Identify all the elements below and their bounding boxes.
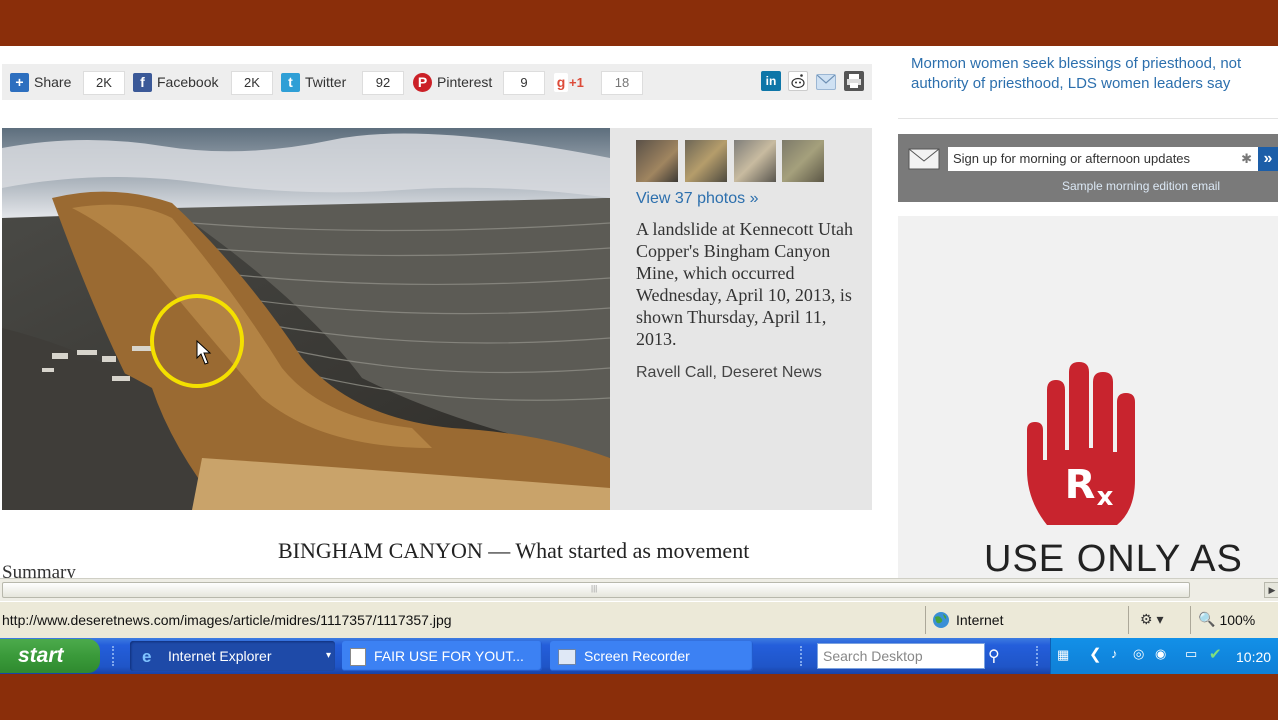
video-frame-bottom	[0, 674, 1278, 720]
search-placeholder: Search Desktop	[823, 648, 923, 664]
divider	[898, 118, 1278, 119]
document-icon	[350, 648, 366, 667]
share-button[interactable]: + Share	[10, 71, 71, 93]
reddit-icon[interactable]	[788, 71, 808, 91]
keyboard-icon[interactable]: ▦	[1057, 647, 1069, 663]
gplus-icon: g	[554, 72, 568, 92]
twitter-icon: t	[281, 72, 300, 92]
task-internet-explorer[interactable]: e Internet Explorer ▾	[130, 641, 335, 671]
pinterest-label: Pinterest	[437, 74, 493, 90]
monitor-icon[interactable]: ▭	[1185, 646, 1197, 662]
taskbar-grip	[1036, 646, 1042, 666]
newsletter-email-input[interactable]: Sign up for morning or afternoon updates…	[948, 147, 1258, 171]
article-lead: BINGHAM CANYON — What started as movemen…	[278, 538, 750, 563]
protected-mode-icon[interactable]: ⚙ ▾	[1140, 611, 1163, 628]
envelope-icon	[908, 148, 940, 170]
pinterest-button[interactable]: P Pinterest	[413, 71, 492, 93]
photo-gallery: View 37 photos » A landslide at Kennecot…	[2, 128, 872, 510]
expand-tray-icon[interactable]: ❮	[1089, 645, 1102, 663]
magnifier-icon[interactable]: ◎	[1133, 646, 1144, 662]
photo-credit: Ravell Call, Deseret News	[636, 364, 822, 381]
sample-edition-link[interactable]: Sample morning edition email	[1062, 179, 1220, 193]
scroll-right-arrow[interactable]: ▶	[1264, 582, 1278, 598]
zoom-icon: 🔍	[1198, 611, 1216, 627]
share-count: 2K	[83, 71, 125, 95]
advertisement[interactable]: R x USE ONLY AS	[898, 216, 1278, 578]
newsletter-submit-button[interactable]: »	[1258, 147, 1278, 171]
gplus-label: +1	[569, 74, 584, 90]
pinterest-count: 9	[503, 71, 545, 95]
print-icon[interactable]	[844, 71, 864, 91]
thumbnail-1[interactable]	[636, 140, 678, 182]
volume-icon[interactable]: ♪	[1111, 646, 1118, 661]
mine-landslide-photo[interactable]	[2, 128, 610, 510]
zoom-control[interactable]: 🔍 100%	[1198, 611, 1255, 628]
task-fair-use[interactable]: FAIR USE FOR YOUT...	[342, 641, 542, 671]
plus-icon: +	[10, 72, 29, 92]
share-label: Share	[34, 74, 72, 90]
divider	[1128, 606, 1129, 634]
windows-taskbar: start e Internet Explorer ▾ FAIR USE FOR …	[0, 638, 1278, 674]
browser-content: + Share 2K f Facebook 2K t Twitter 92 P …	[0, 46, 1278, 578]
gplus-button[interactable]: g +1	[554, 71, 584, 93]
facebook-icon: f	[133, 72, 152, 92]
recorder-icon	[558, 649, 576, 666]
chevron-down-icon: ▾	[325, 650, 331, 661]
divider	[1190, 606, 1191, 634]
related-story-link[interactable]: Mormon women seek blessings of priesthoo…	[911, 54, 1276, 94]
svg-text:R: R	[1065, 462, 1096, 508]
taskbar-grip	[112, 646, 118, 666]
required-asterisk: ✱	[1241, 151, 1252, 166]
network-icon[interactable]: ◉	[1155, 646, 1166, 662]
zone-label: Internet	[956, 612, 1004, 628]
zoom-level: 100%	[1219, 611, 1256, 628]
task-label: FAIR USE FOR YOUT...	[374, 648, 524, 664]
task-screen-recorder[interactable]: Screen Recorder	[550, 641, 753, 671]
facebook-button[interactable]: f Facebook	[133, 71, 218, 93]
linkedin-icon[interactable]: in	[761, 71, 781, 91]
twitter-count: 92	[362, 71, 404, 95]
twitter-label: Twitter	[305, 74, 347, 90]
divider	[925, 606, 926, 634]
security-zone[interactable]: Internet	[932, 611, 1003, 629]
facebook-label: Facebook	[157, 74, 219, 90]
taskbar-grip	[800, 646, 806, 666]
view-photos-link[interactable]: View 37 photos »	[636, 190, 758, 208]
status-url: http://www.deseretnews.com/images/articl…	[2, 612, 452, 628]
facebook-count: 2K	[231, 71, 273, 95]
thumbnail-4[interactable]	[782, 140, 824, 182]
twitter-button[interactable]: t Twitter	[281, 71, 346, 93]
thumbnail-2[interactable]	[685, 140, 727, 182]
pinterest-icon: P	[413, 72, 432, 92]
clock: 10:20	[1236, 649, 1272, 665]
desktop-search-input[interactable]: Search Desktop	[817, 643, 985, 669]
svg-text:x: x	[1097, 482, 1114, 512]
task-label: Internet Explorer	[168, 648, 272, 664]
globe-icon	[933, 612, 949, 628]
ad-headline: USE ONLY AS	[984, 538, 1243, 578]
ie-icon: e	[142, 647, 152, 667]
photo-caption: A landslide at Kennecott Utah Copper's B…	[636, 219, 853, 349]
ie-status-bar: http://www.deseretnews.com/images/articl…	[0, 601, 1278, 639]
newsletter-signup: Sign up for morning or afternoon updates…	[898, 134, 1278, 202]
task-label: Screen Recorder	[584, 648, 690, 664]
email-icon[interactable]	[816, 74, 836, 90]
security-icon[interactable]: ✔	[1209, 645, 1222, 663]
rx-hand-icon: R x	[1027, 362, 1135, 525]
summary-heading: Summary	[2, 562, 76, 578]
video-frame-top	[0, 0, 1278, 46]
start-label: start	[18, 644, 64, 667]
horizontal-scrollbar[interactable]: ||| ▶	[0, 578, 1278, 601]
start-button[interactable]: start	[0, 639, 100, 673]
thumbnail-3[interactable]	[734, 140, 776, 182]
share-bar: + Share 2K f Facebook 2K t Twitter 92 P …	[2, 64, 872, 100]
scrollbar-thumb[interactable]: |||	[2, 582, 1190, 598]
search-icon[interactable]: ⚲	[988, 646, 1000, 666]
newsletter-placeholder: Sign up for morning or afternoon updates	[953, 151, 1191, 166]
gplus-count: 18	[601, 71, 643, 95]
